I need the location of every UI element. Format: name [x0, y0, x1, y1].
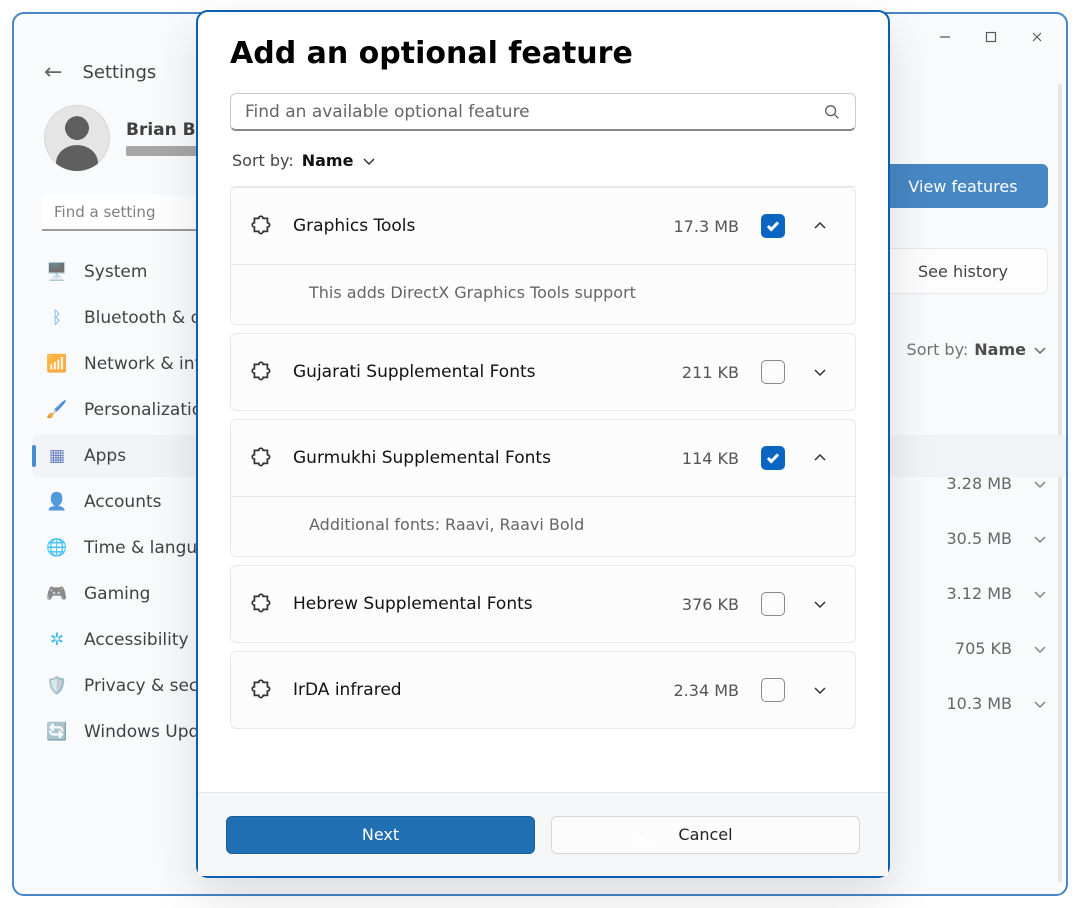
app-title: Settings: [82, 62, 156, 83]
chevron-up-icon: [812, 218, 828, 234]
nav-icon: 🔄: [46, 721, 68, 743]
feature-size: 114 KB: [682, 449, 739, 468]
find-setting-placeholder: Find a setting: [54, 203, 155, 221]
nav-icon: ✲: [46, 629, 68, 651]
feature-list: Graphics Tools 17.3 MB This adds DirectX…: [230, 186, 856, 792]
nav-icon: 👤: [46, 491, 68, 513]
feature-name: Gujarati Supplemental Fonts: [293, 362, 664, 382]
feature-row[interactable]: Gujarati Supplemental Fonts 211 KB: [231, 334, 855, 410]
view-features-button[interactable]: View features: [878, 164, 1048, 208]
find-setting-input[interactable]: Find a setting: [42, 195, 212, 231]
chevron-down-icon: [1032, 342, 1048, 358]
feature-name: Gurmukhi Supplemental Fonts: [293, 448, 664, 468]
feature-card: Gujarati Supplemental Fonts 211 KB: [230, 333, 856, 411]
nav-label: Apps: [84, 446, 126, 466]
nav-label: Network & int: [84, 354, 201, 374]
expand-toggle[interactable]: [803, 218, 837, 234]
feature-checkbox[interactable]: [761, 592, 785, 616]
chevron-down-icon: [1032, 531, 1048, 547]
feature-card: IrDA infrared 2.34 MB: [230, 651, 856, 729]
feature-name: IrDA infrared: [293, 680, 656, 700]
bg-size-row[interactable]: 705 KB: [883, 639, 1048, 658]
search-placeholder: Find an available optional feature: [245, 102, 813, 122]
next-button[interactable]: Next: [226, 816, 535, 854]
back-icon[interactable]: ←: [44, 60, 62, 85]
nav-label: Gaming: [84, 584, 150, 604]
avatar: [44, 105, 110, 171]
feature-card: Hebrew Supplemental Fonts 376 KB: [230, 565, 856, 643]
nav-icon: 🖥️: [46, 261, 68, 283]
feature-description: This adds DirectX Graphics Tools support: [231, 264, 855, 324]
bg-size-row[interactable]: 10.3 MB: [883, 694, 1048, 713]
search-icon: [823, 103, 841, 121]
nav-icon: 🛡️: [46, 675, 68, 697]
nav-icon: 🌐: [46, 537, 68, 559]
feature-checkbox[interactable]: [761, 678, 785, 702]
chevron-down-icon: [812, 596, 828, 612]
expand-toggle[interactable]: [803, 596, 837, 612]
feature-search-input[interactable]: Find an available optional feature: [230, 93, 856, 131]
feature-name: Graphics Tools: [293, 216, 656, 236]
nav-label: Accounts: [84, 492, 162, 512]
feature-icon: [249, 213, 275, 239]
feature-size: 2.34 MB: [674, 681, 740, 700]
feature-icon: [249, 445, 275, 471]
right-panel: View features See history Sort by: Name: [878, 164, 1048, 359]
chevron-down-icon: [1032, 476, 1048, 492]
feature-size: 376 KB: [682, 595, 739, 614]
cancel-button[interactable]: Cancel: [551, 816, 860, 854]
chevron-down-icon: [812, 682, 828, 698]
expand-toggle[interactable]: [803, 682, 837, 698]
nav-label: Privacy & secu: [84, 676, 209, 696]
close-button[interactable]: [1014, 17, 1060, 57]
feature-size: 17.3 MB: [674, 217, 740, 236]
feature-description: Additional fonts: Raavi, Raavi Bold: [231, 496, 855, 556]
feature-icon: [249, 591, 275, 617]
feature-checkbox[interactable]: [761, 360, 785, 384]
nav-label: Personalizatio: [84, 400, 202, 420]
nav-label: System: [84, 262, 147, 282]
nav-label: Windows Upd: [84, 722, 199, 742]
minimize-button[interactable]: [922, 17, 968, 57]
bg-size-row[interactable]: 30.5 MB: [883, 529, 1048, 548]
nav-icon: ᛒ: [46, 307, 68, 329]
feature-icon: [249, 359, 275, 385]
dialog-footer: Next Cancel: [198, 792, 888, 876]
chevron-down-icon: [1032, 586, 1048, 602]
feature-row[interactable]: Hebrew Supplemental Fonts 376 KB: [231, 566, 855, 642]
feature-checkbox[interactable]: [761, 214, 785, 238]
nav-icon: 🖌️: [46, 399, 68, 421]
feature-row[interactable]: Gurmukhi Supplemental Fonts 114 KB: [231, 420, 855, 496]
feature-icon: [249, 677, 275, 703]
nav-icon: 📶: [46, 353, 68, 375]
chevron-down-icon: [1032, 696, 1048, 712]
expand-toggle[interactable]: [803, 364, 837, 380]
feature-row[interactable]: IrDA infrared 2.34 MB: [231, 652, 855, 728]
nav-label: Accessibility: [84, 630, 189, 650]
bg-size-row[interactable]: 3.12 MB: [883, 584, 1048, 603]
bg-size-row[interactable]: 3.28 MB: [883, 474, 1048, 493]
add-feature-dialog: Add an optional feature Find an availabl…: [196, 10, 890, 878]
maximize-button[interactable]: [968, 17, 1014, 57]
nav-label: Time & langua: [84, 538, 208, 558]
feature-card: Gurmukhi Supplemental Fonts 114 KB Addit…: [230, 419, 856, 557]
feature-checkbox[interactable]: [761, 446, 785, 470]
nav-label: Bluetooth & d: [84, 308, 201, 328]
bg-feature-sizes: 3.28 MB 30.5 MB 3.12 MB 705 KB 10.3 MB: [883, 474, 1048, 713]
see-history-button[interactable]: See history: [878, 248, 1048, 294]
feature-card: Graphics Tools 17.3 MB This adds DirectX…: [230, 187, 856, 325]
nav-icon: 🎮: [46, 583, 68, 605]
feature-name: Hebrew Supplemental Fonts: [293, 594, 664, 614]
expand-toggle[interactable]: [803, 450, 837, 466]
chevron-down-icon: [361, 153, 377, 169]
sort-control[interactable]: Sort by: Name: [232, 151, 854, 170]
feature-size: 211 KB: [682, 363, 739, 382]
chevron-down-icon: [1032, 641, 1048, 657]
nav-icon: ▦: [46, 445, 68, 467]
chevron-down-icon: [812, 364, 828, 380]
chevron-up-icon: [812, 450, 828, 466]
dialog-title: Add an optional feature: [230, 36, 856, 71]
feature-row[interactable]: Graphics Tools 17.3 MB: [231, 188, 855, 264]
bg-sort[interactable]: Sort by: Name: [878, 340, 1048, 359]
